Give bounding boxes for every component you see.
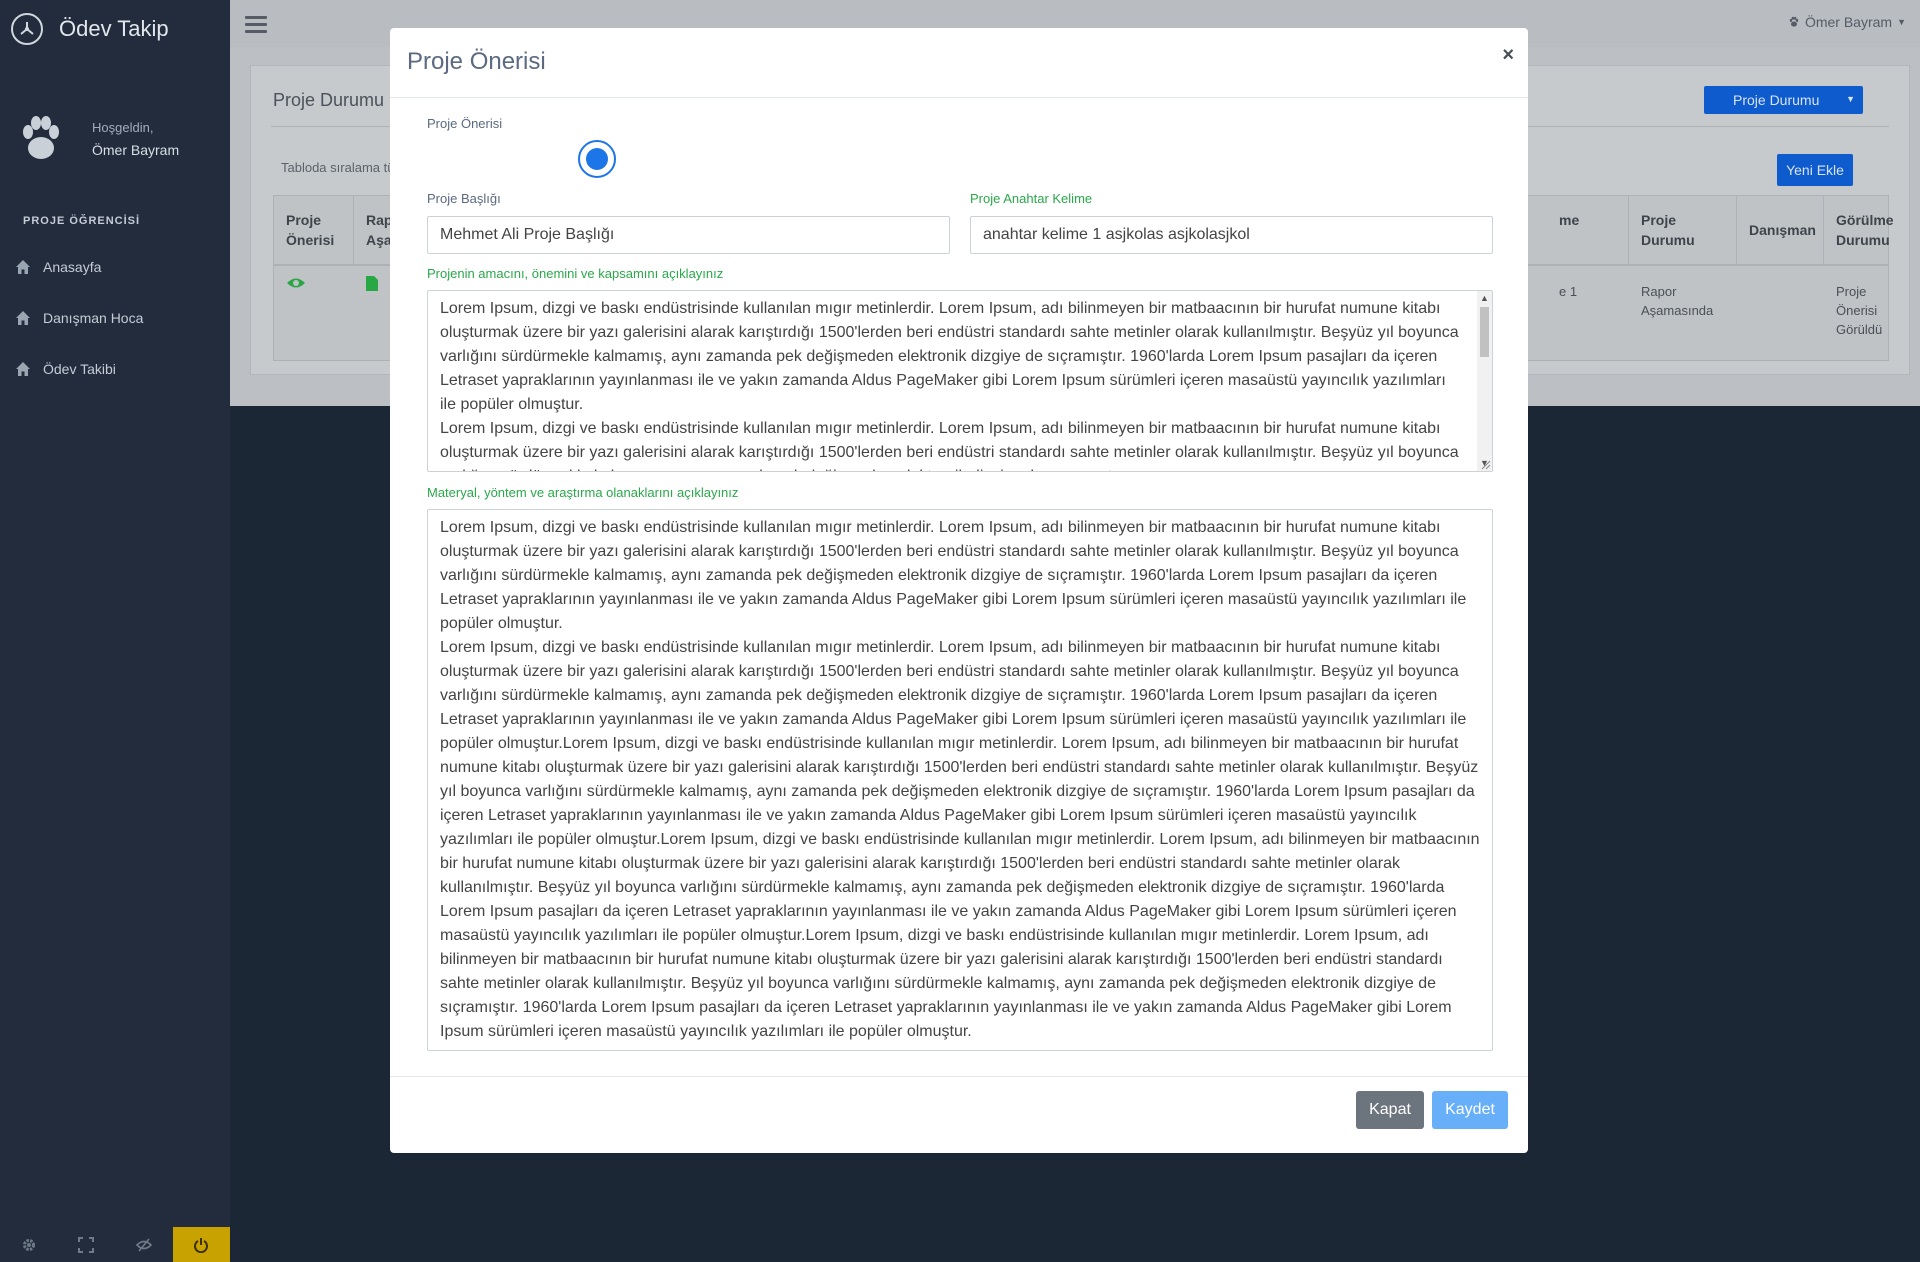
card-title: Proje Durumu [273,90,385,110]
close-button[interactable]: Kapat [1356,1091,1424,1129]
power-icon [194,1237,209,1253]
user-name: Ömer Bayram [92,142,180,158]
keyword-input[interactable]: anahtar kelime 1 asjkolas asjkolasjkol [970,216,1493,254]
proposal-radio[interactable] [578,140,616,178]
material-field-label: Materyal, yöntem ve araştırma olanakları… [427,485,739,500]
cell-text: Rapor [1641,284,1677,299]
home-icon [16,310,30,325]
column-header[interactable]: Proje Önerisi [274,196,354,264]
modal-title: Proje Önerisi [407,48,546,75]
header-text: Proje [1641,212,1677,228]
app-title: Ödev Takip [59,16,169,41]
sidebar-item-label: Anasayfa [43,258,102,275]
proposal-modal: Proje Önerisi × Proje Önerisi Proje Başl… [390,28,1528,1153]
material-textarea[interactable]: Lorem Ipsum, dizgi ve baskı endüstrisind… [427,509,1493,1051]
status-dropdown-label: Proje Durumu [1733,92,1820,108]
eye-icon[interactable] [286,276,306,290]
column-header[interactable]: Danışman [1737,196,1824,264]
keyword-field-label: Proje Anahtar Kelime [970,191,1093,206]
column-header[interactable]: Proje Durumu [1629,196,1737,264]
table-cell: Proje Önerisi Görüldü [1824,266,1890,339]
paw-icon [1789,16,1799,27]
home-icon [16,361,30,376]
column-header[interactable]: Görülme Durumu [1824,196,1894,264]
column-header[interactable]: me [1559,196,1629,264]
fullscreen-button[interactable] [58,1227,116,1262]
modal-footer: Kapat Kaydet [390,1076,1528,1153]
scroll-up-icon[interactable]: ▲ [1477,291,1492,306]
file-icon[interactable] [366,276,378,291]
settings-icon [22,1238,35,1251]
user-panel: Hoşgeldin, Ömer Bayram [0,58,230,196]
cell-text: Proje [1836,284,1867,299]
table-cell [354,266,394,296]
settings-button[interactable] [0,1227,58,1262]
header-text: Rapo [366,212,401,228]
scrollbar[interactable]: ▲ ▼ [1477,291,1492,471]
project-title-input[interactable]: Mehmet Ali Proje Başlığı [427,216,950,254]
column-header[interactable]: Rapo Aşam [354,196,405,264]
sidebar-item-danisman-hoca[interactable]: Danışman Hoca [0,292,230,343]
header-text: Önerisi [286,232,335,248]
sidebar-item-odev-takibi[interactable]: Ödev Takibi [0,343,230,394]
top-user-name: Ömer Bayram [1804,14,1893,30]
purpose-field-label: Projenin amacını, önemini ve kapsamını a… [427,266,724,281]
add-new-button[interactable]: Yeni Ekle [1777,154,1853,186]
sidebar: Ödev Takip Hoşgeldin, Ömer Bayram PROJE … [0,0,230,1262]
sidebar-item-label: Ödev Takibi [43,360,116,377]
header-text: Görülme [1836,212,1894,228]
cell-text: Aşamasında [1641,303,1714,318]
home-icon [16,259,30,274]
purpose-textarea[interactable]: Lorem Ipsum, dizgi ve baskı endüstrisind… [427,290,1493,472]
purpose-text: Lorem Ipsum, dizgi ve baskı endüstrisind… [440,300,1459,471]
eye-slash-icon [135,1237,152,1252]
header-text: me [1559,212,1580,228]
material-text: Lorem Ipsum, dizgi ve baskı endüstrisind… [440,519,1480,1040]
brand[interactable]: Ödev Takip [0,0,230,58]
logout-button[interactable] [172,1227,230,1262]
welcome-text: Hoşgeldin, [92,120,154,135]
title-field-label: Proje Başlığı [427,191,501,206]
table-hint: Tabloda sıralama tü [281,160,395,175]
menu-toggle-icon[interactable] [245,16,267,37]
nav-section-title: PROJE ÖĞRENCİSİ [23,215,141,227]
resize-grip-icon[interactable] [1479,458,1491,470]
hide-button[interactable] [115,1227,173,1262]
paw-avatar-icon [23,116,59,159]
status-dropdown-button[interactable]: Proje Durumu ▼ [1704,86,1863,114]
app-logo-icon [11,13,43,45]
save-button[interactable]: Kaydet [1432,1091,1508,1129]
table-cell: Rapor Aşamasında [1629,266,1737,320]
scroll-thumb[interactable] [1480,307,1489,357]
user-menu[interactable]: Ömer Bayram ▼ [1788,14,1906,30]
header-text: Proje [286,212,322,228]
header-text: Aşam [366,232,405,248]
table-cell: e 1 [1559,284,1578,299]
cell-text: Görüldü [1836,322,1883,337]
radio-label: Proje Önerisi [427,116,503,131]
header-text: Durumu [1641,232,1695,248]
table-cell [1737,266,1824,282]
sidebar-item-anasayfa[interactable]: Anasayfa [0,241,230,292]
header-text: Durumu [1836,232,1890,248]
header-text: Danışman [1749,222,1816,238]
cell-text: Önerisi [1836,303,1878,318]
radio-dot [586,148,608,170]
modal-header: Proje Önerisi × [390,28,1528,98]
sidebar-footer [0,1227,230,1262]
table-cell [274,266,354,295]
sidebar-item-label: Danışman Hoca [43,309,144,326]
close-icon[interactable]: × [1502,44,1514,67]
fullscreen-icon [78,1236,95,1253]
chevron-down-icon: ▼ [1897,17,1906,27]
chevron-down-icon: ▼ [1846,94,1855,104]
